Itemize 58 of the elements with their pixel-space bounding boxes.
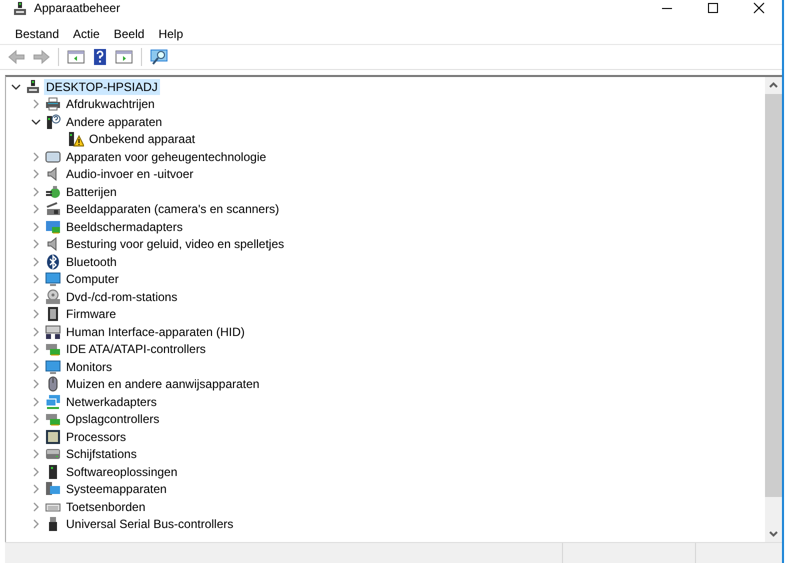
back-icon [8,48,26,66]
bluetooth-icon [45,254,61,270]
display-adapter-icon [45,218,61,235]
tree-item[interactable]: Netwerkadapters [64,394,159,410]
tree-item[interactable]: Opslagcontrollers [64,411,162,428]
controller-card-icon [45,341,61,358]
chip-icon [45,306,61,322]
tree-item[interactable]: Schijfstations [64,446,139,462]
forward-icon [32,48,50,66]
computer-icon [12,1,28,17]
tree-item[interactable]: Audio-invoer en -uitvoer [64,166,196,182]
tree-item[interactable]: Toetsenborden [64,498,148,515]
menu-item[interactable]: Help [151,25,190,43]
tree-item[interactable]: DESKTOP-HPSIADJ [44,78,160,95]
network-icon [45,394,61,410]
help-icon [91,48,109,66]
tree-item[interactable]: Besturing voor geluid, video en spelletjes [64,236,286,252]
controller-card-icon [45,411,61,428]
pane-icon [67,48,85,66]
tree-item[interactable]: Universal Serial Bus-controllers [64,516,236,532]
tree-item[interactable]: IDE ATA/ATAPI-controllers [64,341,208,358]
tree-item[interactable]: Processors [64,428,128,445]
tree-item[interactable]: Firmware [64,306,118,322]
tree-item[interactable]: Muizen en andere aanwijsapparaten [64,376,262,392]
menu-item[interactable]: Actie [66,25,107,43]
toolbar-button[interactable] [148,47,170,67]
menu-item[interactable]: Beeld [106,25,152,43]
monitor-icon [45,271,61,288]
window-title: Apparaatbeheer [34,0,120,16]
tree-item[interactable]: Andere apparaten [64,114,164,130]
tree-item[interactable]: Computer [64,271,121,288]
menu-item[interactable]: Bestand [8,25,66,43]
processor-icon [45,428,61,445]
keyboard-mouse-icon [45,324,61,340]
system-device-icon [45,481,61,498]
printer-icon [45,96,61,112]
tree-item[interactable]: Systeemapparaten [64,481,169,498]
device-question-icon [45,114,61,130]
tree-item[interactable]: Softwareoplossingen [64,464,180,480]
tree-item[interactable]: Apparaten voor geheugentechnologie [64,148,268,165]
tree-item[interactable]: Beeldschermadapters [64,218,185,235]
tree-item[interactable]: Bluetooth [64,254,119,270]
tree-item[interactable]: Batterijen [64,184,119,200]
tree-item[interactable]: Monitors [64,358,114,375]
tree-item[interactable]: Human Interface-apparaten (HID) [64,324,247,340]
tree-item[interactable]: Afdrukwachtrijen [64,96,157,112]
tree-item[interactable]: Onbekend apparaat [87,131,198,148]
monitor-icon [45,358,61,375]
close-icon [753,2,765,14]
pane-icon [115,48,133,66]
monitor-magnifier-icon [150,48,168,66]
maximize-icon [707,2,719,14]
tree-item[interactable]: Beeldapparaten (camera's en scanners) [64,201,282,218]
disc-drive-icon [45,288,61,305]
battery-plug-icon [45,184,61,200]
device-warning-icon [68,131,84,148]
tree-item[interactable]: Dvd-/cd-rom-stations [64,288,180,305]
computer-icon [25,78,41,95]
